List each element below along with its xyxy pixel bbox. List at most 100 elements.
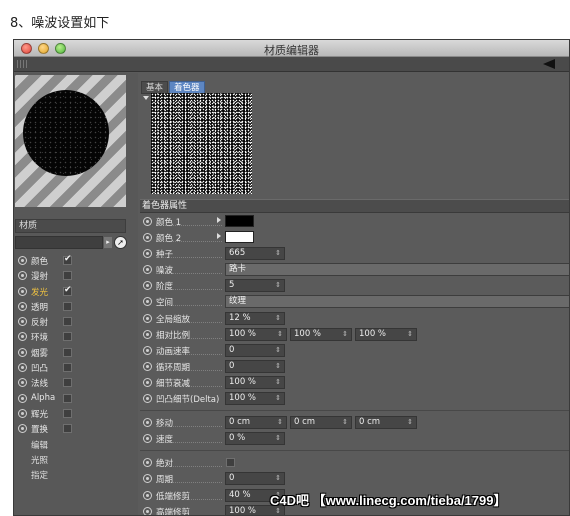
param-radio[interactable]	[143, 329, 152, 339]
channel-radio[interactable]	[18, 271, 27, 281]
channel-checkbox[interactable]	[63, 254, 72, 265]
channel-displacement[interactable]: 置换	[16, 421, 136, 436]
channel-checkbox[interactable]	[63, 301, 72, 311]
channel-checkbox[interactable]	[63, 285, 72, 296]
relative-scale-y[interactable]: 100 % ⇕	[290, 327, 352, 341]
titlebar[interactable]: 材质编辑器	[14, 40, 569, 57]
channel-radio[interactable]	[18, 347, 27, 357]
color1-swatch[interactable]	[225, 215, 254, 227]
global-scale-field[interactable]: 12 % ⇕	[225, 311, 285, 325]
spinner-icon[interactable]: ⇕	[275, 313, 281, 324]
material-name-field[interactable]	[15, 236, 103, 249]
arrow-left-icon[interactable]	[543, 59, 555, 69]
spinner-icon[interactable]: ⇕	[275, 361, 281, 372]
channel-radio[interactable]	[18, 393, 27, 403]
material-preview[interactable]	[15, 75, 126, 207]
spinner-icon[interactable]: ⇕	[275, 433, 281, 444]
param-radio[interactable]	[143, 297, 152, 307]
grip-icon[interactable]	[17, 60, 27, 68]
octaves-field[interactable]: 5 ⇕	[225, 279, 285, 293]
channel-radio[interactable]	[18, 256, 27, 265]
channel-radio[interactable]	[18, 332, 27, 342]
detail-atten-field[interactable]: 100 % ⇕	[225, 375, 285, 389]
spinner-icon[interactable]: ⇕	[275, 393, 281, 404]
movement-x[interactable]: 0 cm ⇕	[225, 416, 287, 430]
channel-normal[interactable]: 法线	[16, 375, 136, 390]
speed-field[interactable]: 0 % ⇕	[225, 432, 285, 446]
channel-checkbox[interactable]	[63, 378, 72, 388]
space-dropdown[interactable]: 纹理	[225, 295, 569, 309]
param-radio[interactable]	[143, 217, 152, 226]
param-radio[interactable]	[143, 506, 152, 515]
channel-radio[interactable]	[18, 378, 27, 388]
spinner-icon[interactable]: ⇕	[342, 417, 348, 428]
movement-z[interactable]: 0 cm ⇕	[355, 416, 417, 430]
channel-radio[interactable]	[18, 286, 27, 296]
spinner-icon[interactable]: ⇕	[277, 417, 283, 428]
spinner-icon[interactable]: ⇕	[342, 329, 348, 340]
channel-checkbox[interactable]	[63, 271, 72, 281]
cycles-field[interactable]: 0 ⇕	[225, 472, 285, 486]
movement-y[interactable]: 0 cm ⇕	[290, 416, 352, 430]
relative-scale-z[interactable]: 100 % ⇕	[355, 327, 417, 341]
param-radio[interactable]	[143, 434, 152, 444]
triangle-right-icon[interactable]	[217, 233, 221, 240]
channel-diffusion[interactable]: 漫射	[16, 268, 136, 283]
channel-bump[interactable]: 凹凸	[16, 360, 136, 375]
noise-type-dropdown[interactable]: 路卡	[225, 263, 569, 277]
spinner-icon[interactable]: ⇕	[277, 329, 283, 340]
sub-item-assign[interactable]: 指定	[16, 467, 136, 482]
channel-color[interactable]: 颜色	[16, 253, 136, 268]
param-radio[interactable]	[143, 377, 152, 387]
channel-checkbox[interactable]	[63, 332, 72, 342]
channel-checkbox[interactable]	[63, 363, 72, 373]
channel-glow[interactable]: 辉光	[16, 406, 136, 421]
color2-swatch[interactable]	[225, 231, 254, 244]
channel-radio[interactable]	[18, 301, 27, 311]
param-radio[interactable]	[143, 265, 152, 275]
channel-checkbox[interactable]	[63, 408, 72, 418]
spinner-icon[interactable]: ⇕	[275, 345, 281, 356]
channel-alpha[interactable]: Alpha	[16, 391, 136, 406]
anim-speed-field[interactable]: 0 ⇕	[225, 343, 285, 357]
sub-item-editor[interactable]: 编辑	[16, 437, 136, 452]
param-radio[interactable]	[143, 361, 152, 371]
param-radio[interactable]	[143, 474, 152, 484]
channel-reflection[interactable]: 反射	[16, 314, 136, 329]
seed-field[interactable]: 665 ⇕	[225, 247, 285, 261]
pointer-icon[interactable]: ➚	[114, 236, 127, 249]
param-radio[interactable]	[143, 233, 152, 243]
param-radio[interactable]	[143, 345, 152, 355]
param-radio[interactable]	[143, 394, 152, 404]
spinner-icon[interactable]: ⇕	[275, 377, 281, 388]
param-radio[interactable]	[143, 313, 152, 323]
channel-fog[interactable]: 烟雾	[16, 345, 136, 360]
triangle-right-icon[interactable]: ▸	[104, 237, 112, 248]
spinner-icon[interactable]: ⇕	[407, 417, 413, 428]
spinner-icon[interactable]: ⇕	[275, 280, 281, 291]
param-radio[interactable]	[143, 458, 152, 468]
spinner-icon[interactable]: ⇕	[275, 473, 281, 484]
channel-radio[interactable]	[18, 363, 27, 373]
param-radio[interactable]	[143, 249, 152, 259]
channel-transparency[interactable]: 透明	[16, 299, 136, 314]
channel-radio[interactable]	[18, 424, 27, 434]
param-radio[interactable]	[143, 418, 152, 428]
spinner-icon[interactable]: ⇕	[275, 248, 281, 259]
channel-checkbox[interactable]	[63, 393, 72, 403]
channel-radio[interactable]	[18, 408, 27, 418]
channel-environment[interactable]: 环境	[16, 329, 136, 344]
sub-item-illumination[interactable]: 光照	[16, 452, 136, 467]
channel-checkbox[interactable]	[63, 347, 72, 357]
channel-checkbox[interactable]	[63, 317, 72, 327]
triangle-right-icon[interactable]	[217, 217, 221, 223]
param-radio[interactable]	[143, 490, 152, 500]
loop-period-field[interactable]: 0 ⇕	[225, 359, 285, 373]
spinner-icon[interactable]: ⇕	[407, 329, 413, 340]
channel-luminance[interactable]: 发光	[16, 284, 136, 299]
delta-field[interactable]: 100 % ⇕	[225, 392, 285, 406]
relative-scale-x[interactable]: 100 % ⇕	[225, 327, 287, 341]
channel-radio[interactable]	[18, 317, 27, 327]
channel-checkbox[interactable]	[63, 424, 72, 434]
absolute-checkbox[interactable]	[226, 458, 235, 468]
